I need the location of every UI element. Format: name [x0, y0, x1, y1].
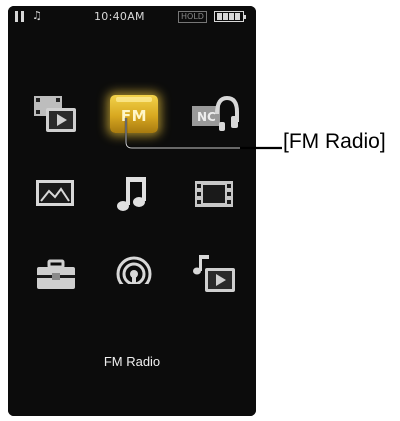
callout-leader-line [124, 118, 282, 150]
callout-label: [FM Radio] [283, 130, 386, 153]
